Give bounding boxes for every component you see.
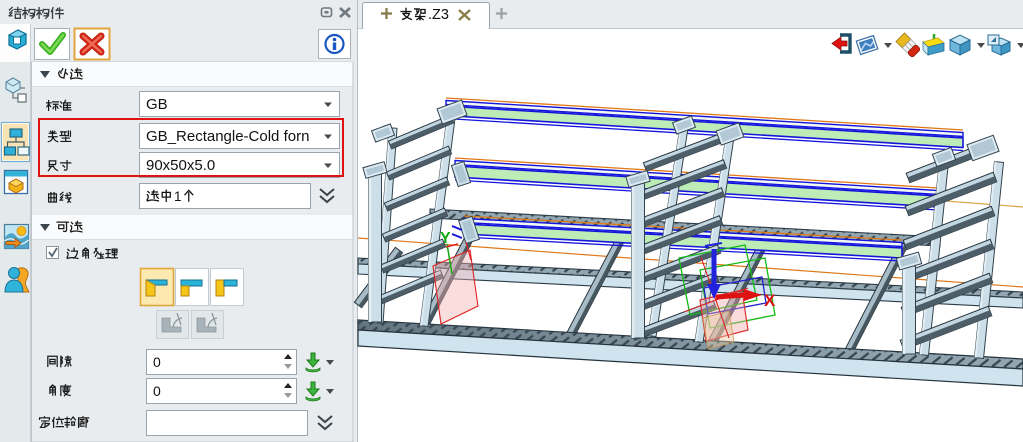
- svg-text:0: 0: [153, 354, 161, 370]
- svg-text:Y: Y: [440, 230, 451, 247]
- svg-text:1: 1: [174, 189, 182, 204]
- svg-text:0: 0: [153, 383, 161, 399]
- svg-text:GB_Rectangle-Cold forn: GB_Rectangle-Cold forn: [146, 128, 309, 145]
- svg-text:90x50x5.0: 90x50x5.0: [146, 157, 215, 174]
- svg-text:X: X: [764, 291, 776, 310]
- svg-text:.Z3: .Z3: [428, 7, 449, 23]
- svg-text:GB: GB: [146, 96, 168, 113]
